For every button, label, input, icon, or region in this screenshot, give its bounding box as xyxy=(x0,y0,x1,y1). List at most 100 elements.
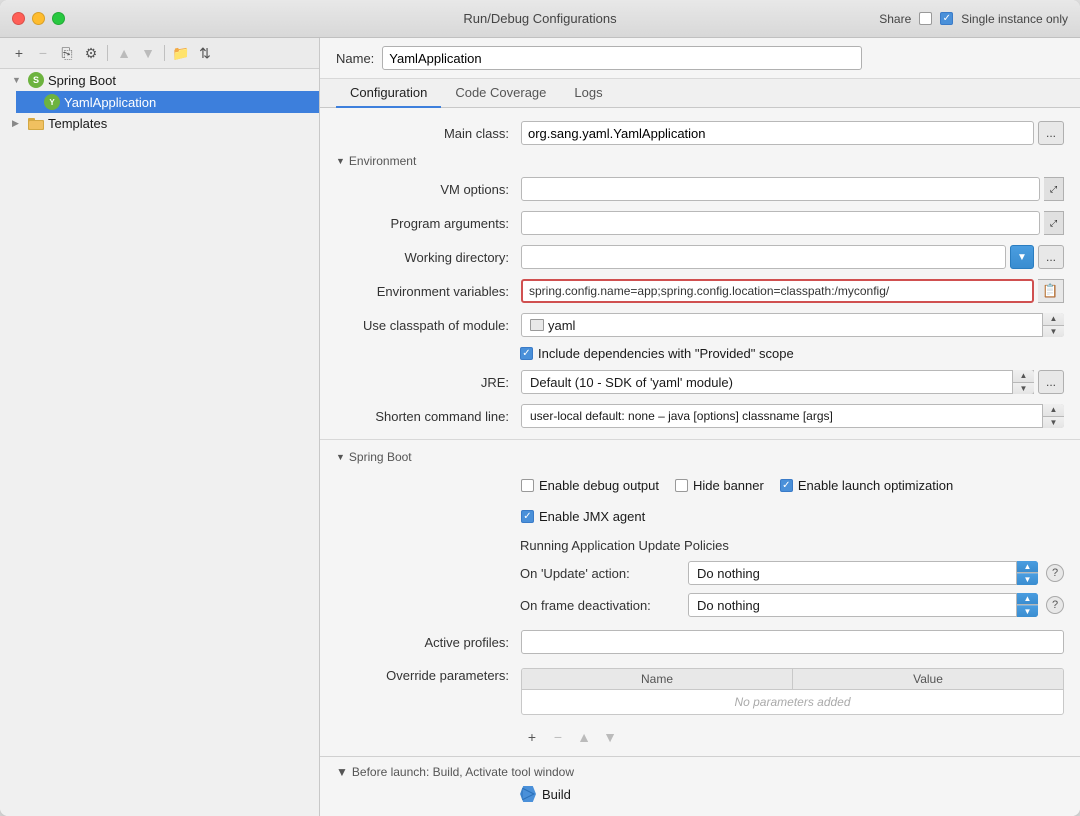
templates-folder-icon xyxy=(28,117,44,131)
on-update-stepper-down[interactable]: ▼ xyxy=(1017,573,1038,585)
main-class-browse-button[interactable]: ... xyxy=(1038,121,1064,145)
jre-stepper-down[interactable]: ▼ xyxy=(1013,383,1034,395)
classpath-module-label: Use classpath of module: xyxy=(336,318,521,333)
right-panel: Name: Configuration Code Coverage Logs M… xyxy=(320,38,1080,816)
include-deps-checkbox[interactable] xyxy=(520,347,533,360)
shorten-cmd-stepper-up[interactable]: ▲ xyxy=(1043,404,1064,417)
on-update-help-button[interactable]: ? xyxy=(1046,564,1064,582)
tab-configuration[interactable]: Configuration xyxy=(336,79,441,108)
spring-boot-label: Spring Boot xyxy=(48,73,116,88)
share-checkbox[interactable] xyxy=(919,12,932,25)
sidebar-item-spring-boot[interactable]: ▼ S Spring Boot xyxy=(0,69,319,91)
on-frame-stepper-up[interactable]: ▲ xyxy=(1017,593,1038,605)
shorten-cmd-stepper-down[interactable]: ▼ xyxy=(1043,417,1064,429)
remove-param-button[interactable]: − xyxy=(547,726,569,748)
include-deps-label: Include dependencies with "Provided" sco… xyxy=(538,346,794,361)
sort-button[interactable]: ⇅ xyxy=(194,42,216,64)
before-launch-add-button[interactable]: + xyxy=(520,809,542,816)
before-launch-remove-button[interactable]: − xyxy=(546,809,568,816)
move-param-down-button[interactable]: ▼ xyxy=(599,726,621,748)
working-dir-label: Working directory: xyxy=(336,250,521,265)
main-window: Run/Debug Configurations Share Single in… xyxy=(0,0,1080,816)
enable-jmx-checkbox-row[interactable]: Enable JMX agent xyxy=(521,509,645,524)
single-instance-label: Single instance only xyxy=(961,12,1068,26)
before-launch-edit-button[interactable]: ✏ xyxy=(572,809,594,816)
env-vars-input[interactable] xyxy=(521,279,1034,303)
remove-button[interactable]: − xyxy=(32,42,54,64)
maximize-button[interactable] xyxy=(52,12,65,25)
close-button[interactable] xyxy=(12,12,25,25)
enable-launch-checkbox[interactable] xyxy=(780,479,793,492)
environment-section-header[interactable]: ▼ Environment xyxy=(320,150,1080,172)
env-vars-copy-button[interactable]: 📋 xyxy=(1038,279,1064,303)
program-args-input[interactable] xyxy=(521,211,1040,235)
on-update-row: On 'Update' action: Do nothing ▲ ▼ ? xyxy=(520,557,1064,589)
templates-arrow: ▶ xyxy=(12,118,24,129)
running-app-section: Running Application Update Policies On '… xyxy=(320,534,1080,625)
hide-banner-checkbox[interactable] xyxy=(675,479,688,492)
move-up-button[interactable]: ▲ xyxy=(113,42,135,64)
vm-options-expand-button[interactable]: ⤢ xyxy=(1044,177,1064,201)
enable-jmx-label: Enable JMX agent xyxy=(539,509,645,524)
tab-logs[interactable]: Logs xyxy=(560,79,616,108)
working-dir-dropdown-button[interactable]: ▼ xyxy=(1010,245,1034,269)
new-folder-button[interactable]: 📁 xyxy=(170,42,192,64)
module-stepper-down[interactable]: ▼ xyxy=(1043,326,1064,338)
on-frame-stepper-down[interactable]: ▼ xyxy=(1017,605,1038,617)
working-dir-browse-button[interactable]: ... xyxy=(1038,245,1064,269)
working-dir-input[interactable] xyxy=(521,245,1006,269)
active-profiles-input[interactable] xyxy=(521,630,1064,654)
single-instance-checkbox[interactable] xyxy=(940,12,953,25)
on-update-label: On 'Update' action: xyxy=(520,566,680,581)
main-class-control: ... xyxy=(521,121,1064,145)
enable-debug-checkbox[interactable] xyxy=(521,479,534,492)
separator2 xyxy=(164,45,165,61)
jre-browse-button[interactable]: ... xyxy=(1038,370,1064,394)
spring-boot-section-header[interactable]: ▼ Spring Boot xyxy=(320,446,1080,468)
enable-launch-checkbox-row[interactable]: Enable launch optimization xyxy=(780,478,953,493)
module-icon xyxy=(530,319,544,331)
separator xyxy=(320,439,1080,440)
window-title: Run/Debug Configurations xyxy=(463,11,616,26)
hide-banner-label: Hide banner xyxy=(693,478,764,493)
shorten-cmd-label: Shorten command line: xyxy=(336,409,521,424)
module-stepper: ▲ ▼ xyxy=(1042,313,1064,337)
sidebar: + − ⎘ ⚙ ▲ ▼ 📁 ⇅ ▼ S Spring Boot Y xyxy=(0,38,320,816)
main-class-input[interactable] xyxy=(521,121,1034,145)
sidebar-item-templates[interactable]: ▶ Templates xyxy=(0,113,319,134)
expand-arrow: ▼ xyxy=(12,75,24,85)
move-down-button[interactable]: ▼ xyxy=(137,42,159,64)
jre-control: Default (10 - SDK of 'yaml' module) ▲ ▼ … xyxy=(521,370,1064,394)
sidebar-item-yaml-app[interactable]: Y YamlApplication xyxy=(16,91,319,113)
module-stepper-up[interactable]: ▲ xyxy=(1043,313,1064,326)
minimize-button[interactable] xyxy=(32,12,45,25)
before-launch-header[interactable]: ▼ Before launch: Build, Activate tool wi… xyxy=(320,761,1080,783)
copy-button[interactable]: ⎘ xyxy=(56,42,78,64)
hide-banner-checkbox-row[interactable]: Hide banner xyxy=(675,478,764,493)
yaml-app-label: YamlApplication xyxy=(64,95,156,110)
spring-boot-icon: S xyxy=(28,72,44,88)
move-param-up-button[interactable]: ▲ xyxy=(573,726,595,748)
before-launch-up-button[interactable]: ▲ xyxy=(598,809,620,816)
enable-debug-checkbox-row[interactable]: Enable debug output xyxy=(521,478,659,493)
program-args-expand-button[interactable]: ⤢ xyxy=(1044,211,1064,235)
environment-arrow: ▼ xyxy=(336,156,345,166)
tab-code-coverage[interactable]: Code Coverage xyxy=(441,79,560,108)
vm-options-input[interactable] xyxy=(521,177,1040,201)
shorten-cmd-value: user-local default: none – java [options… xyxy=(530,409,833,423)
on-update-stepper-up[interactable]: ▲ xyxy=(1017,561,1038,573)
on-frame-help-button[interactable]: ? xyxy=(1046,596,1064,614)
before-launch-down-button[interactable]: ▼ xyxy=(624,809,646,816)
before-launch-toolbar: + − ✏ ▲ ▼ xyxy=(320,805,1080,816)
build-item: Build xyxy=(320,783,1080,805)
main-class-row: Main class: ... xyxy=(320,116,1080,150)
add-param-button[interactable]: + xyxy=(521,726,543,748)
jre-stepper-up[interactable]: ▲ xyxy=(1013,370,1034,383)
spring-boot-checkboxes-row: Enable debug output Hide banner Enable l… xyxy=(320,468,1080,534)
settings-button[interactable]: ⚙ xyxy=(80,42,102,64)
active-profiles-label: Active profiles: xyxy=(336,635,521,650)
enable-jmx-checkbox[interactable] xyxy=(521,510,534,523)
name-input[interactable] xyxy=(382,46,862,70)
add-button[interactable]: + xyxy=(8,42,30,64)
classpath-module-row: Use classpath of module: yaml ▲ ▼ xyxy=(320,308,1080,342)
